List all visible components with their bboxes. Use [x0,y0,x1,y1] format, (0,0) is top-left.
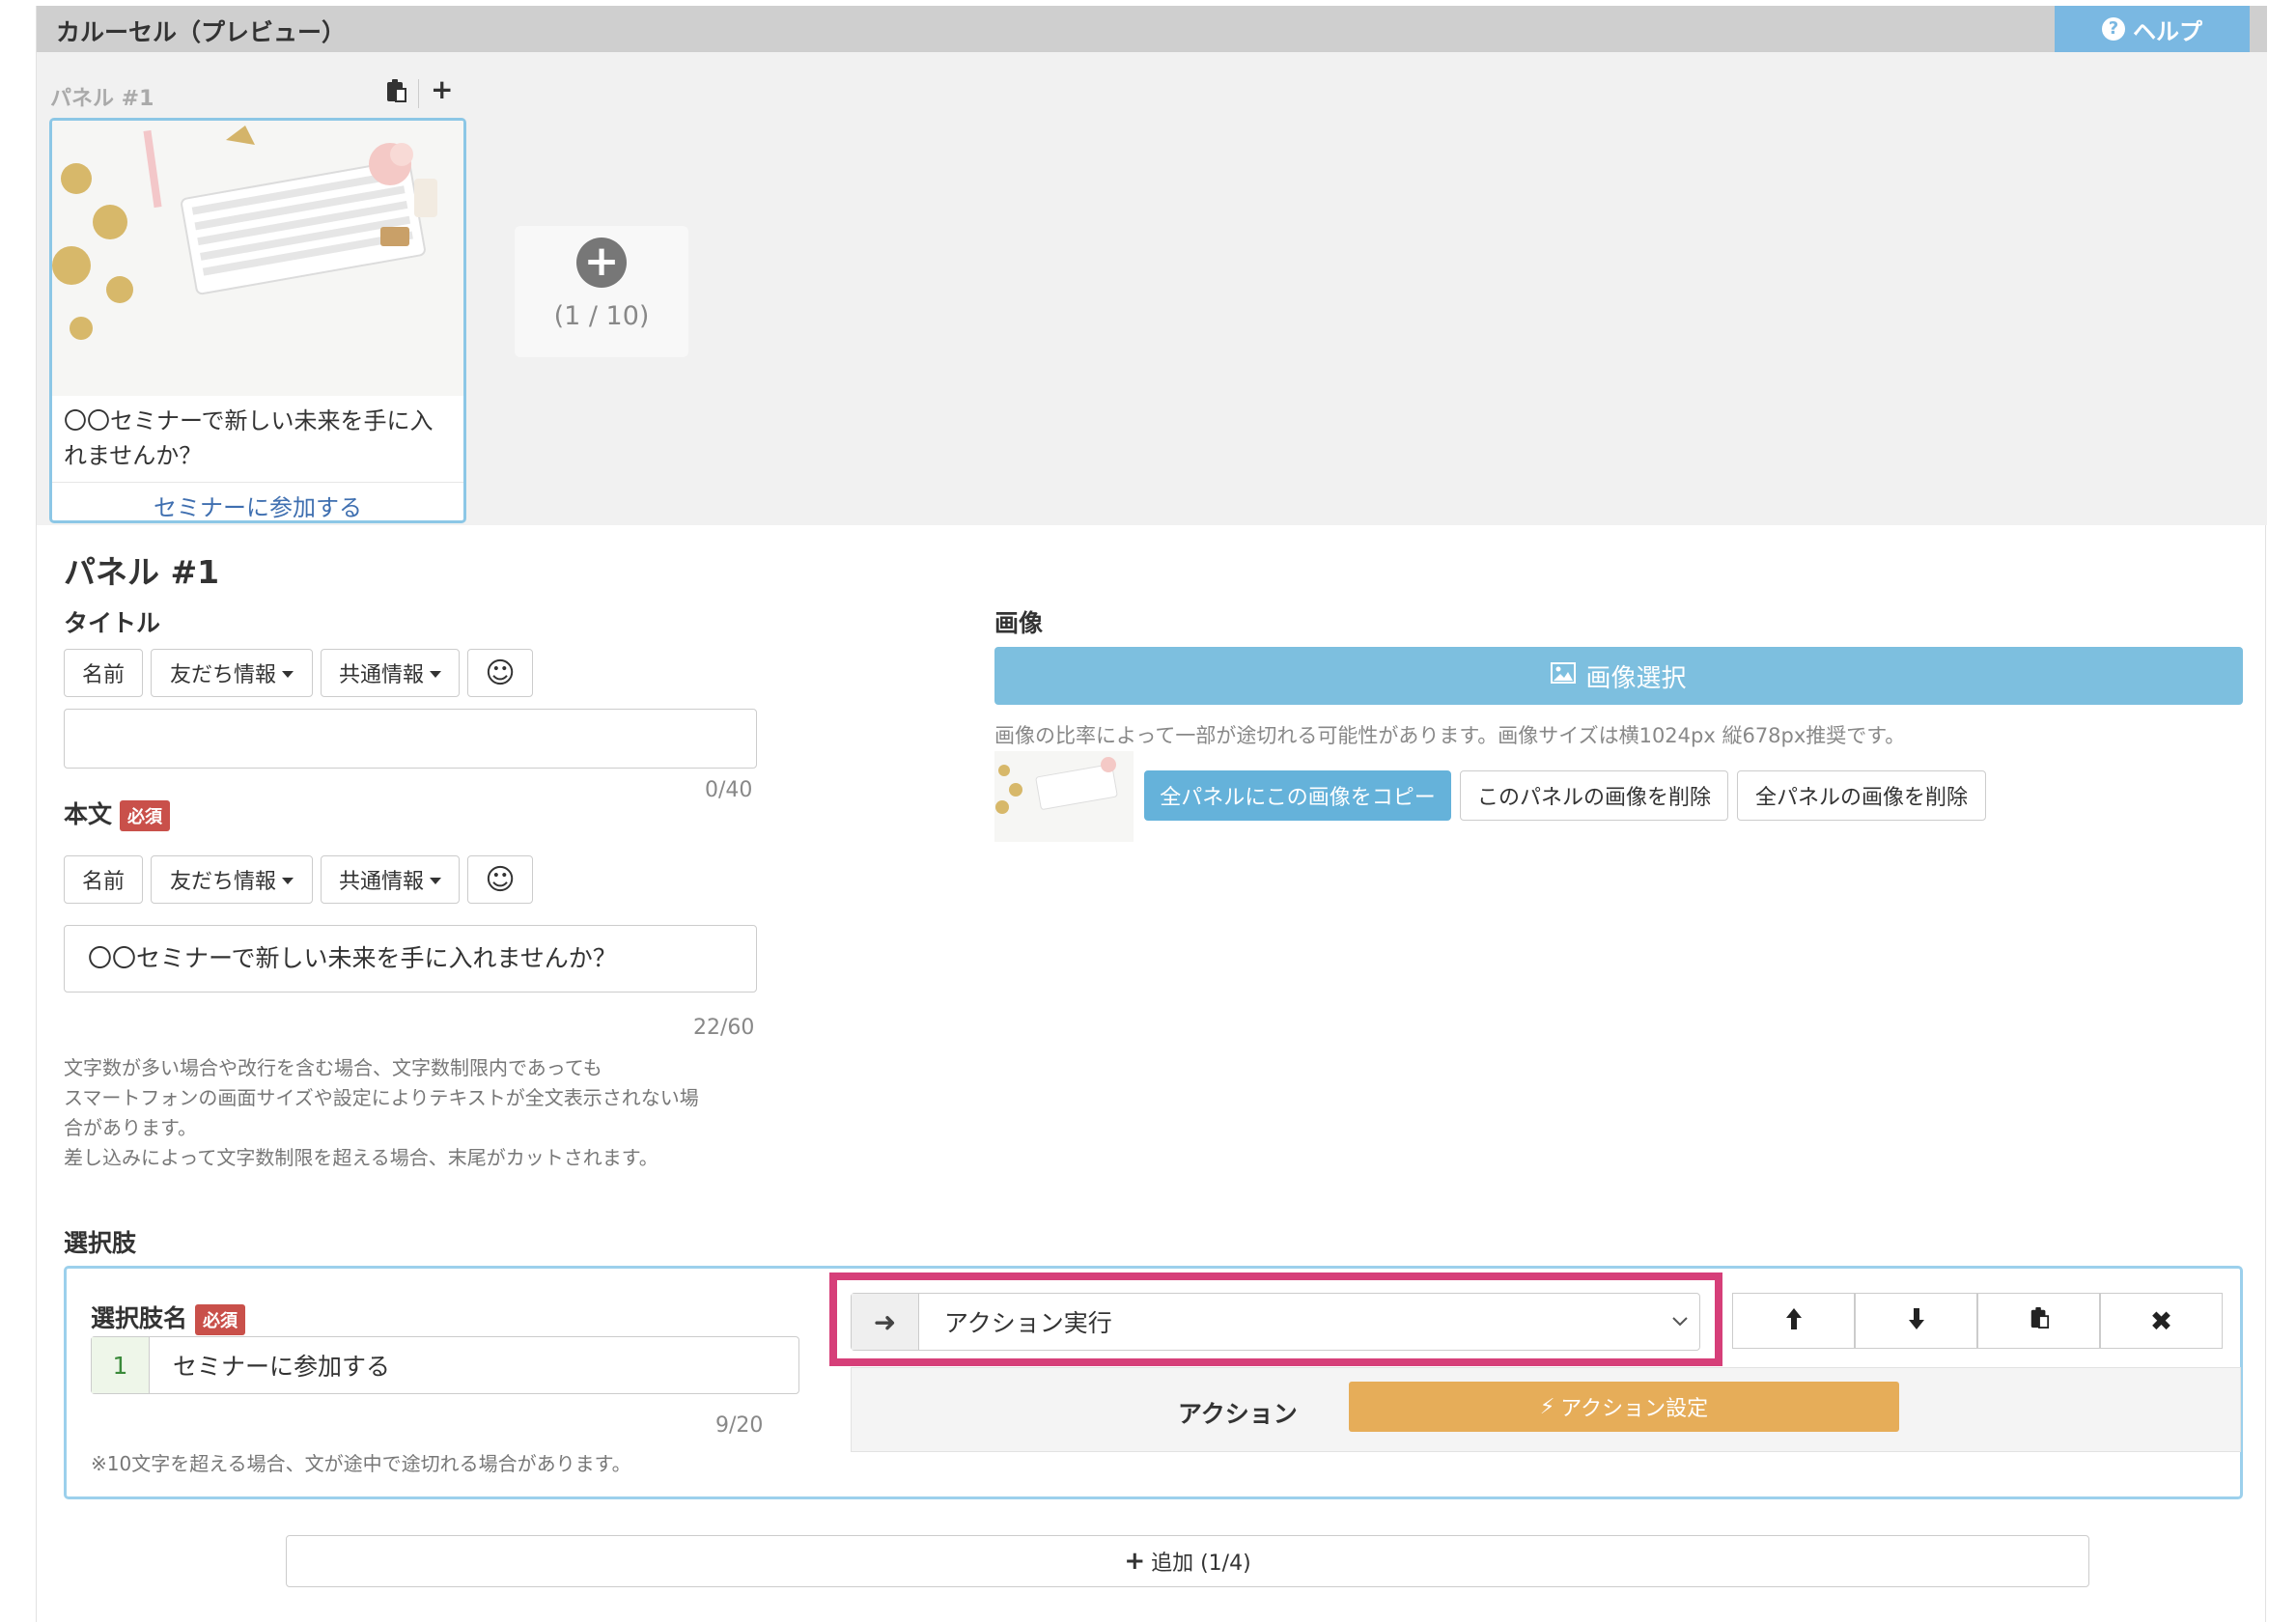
preview-card[interactable]: 〇〇セミナーで新しい未来を手に入れませんか？ セミナーに参加する [49,118,466,523]
insert-name-button[interactable]: 名前 [64,855,143,904]
add-choice-button[interactable]: + 追加 (1/4) [286,1535,2089,1587]
choice-name-label: 選択肢名 必須 [91,1300,246,1335]
add-choice-label: 追加 (1/4) [1151,1552,1251,1576]
help-label: ヘルプ [2133,17,2202,45]
note-line: スマートフォンの画面サイズや設定によりテキストが全文表示されない場 [64,1086,699,1109]
panel-heading: パネル #1 [64,553,220,591]
help-button[interactable]: ? ヘルプ [2055,6,2250,52]
action-type-select[interactable]: ➜ アクション実行 [851,1293,1700,1351]
choice-name-text: 選択肢名 [91,1304,188,1332]
panel-count: (1 / 10) [553,301,650,331]
carousel-preview: パネル #1 + 〇〇セミナーで新しい未来を手に入れませんか？ セミナーに参加す… [37,52,2267,525]
header-bar: カルーセル（プレビュー） ? ヘルプ [37,6,2267,52]
arrow-right-icon: ➜ [852,1294,919,1350]
duplicate-button[interactable] [1977,1293,2100,1349]
emoji-icon: ☺ [485,862,516,897]
required-badge: 必須 [120,800,171,831]
body-label: 本文 必須 [64,796,171,831]
bolt-icon: ⚡ [1539,1394,1555,1419]
common-info-dropdown[interactable]: 共通情報 [321,649,460,697]
emoji-button[interactable]: ☺ [467,649,533,697]
card-action-link[interactable]: セミナーに参加する [52,483,463,520]
friend-info-dropdown[interactable]: 友だち情報 [151,649,313,697]
note-line: 合があります。 [64,1116,197,1139]
arrow-down-icon [1908,1305,1925,1337]
action-label: アクション [1178,1400,1298,1428]
divider [418,79,419,108]
action-settings-label: アクション設定 [1560,1397,1709,1421]
emoji-button[interactable]: ☺ [467,855,533,904]
common-info-label: 共通情報 [338,663,424,687]
title-counter: 0/40 [705,778,753,802]
delete-panel-image-button[interactable]: このパネルの画像を削除 [1460,770,1728,821]
common-info-label: 共通情報 [338,870,424,894]
image-select-label: 画像選択 [1585,663,1687,693]
insert-name-label: 名前 [81,663,125,687]
arrow-up-icon [1785,1305,1803,1337]
choice-name-input[interactable]: セミナーに参加する [150,1337,390,1393]
body-counter: 22/60 [693,1016,755,1040]
card-image [52,121,463,396]
paste-icon [2029,1305,2050,1337]
title-label: タイトル [64,609,161,637]
image-label: 画像 [994,609,1044,637]
carousel-editor: カルーセル（プレビュー） ? ヘルプ パネル #1 + 〇〇セミナーで新しい未来… [36,6,2267,1622]
copy-to-all-panels-button[interactable]: 全パネルにこの画像をコピー [1144,770,1451,821]
preview-panel-label: パネル #1 [50,87,154,111]
common-info-dropdown[interactable]: 共通情報 [321,855,460,904]
note-line: 文字数が多い場合や改行を含む場合、文字数制限内であっても [64,1056,602,1079]
choice-counter: 9/20 [715,1413,764,1438]
choice-name-field[interactable]: 1 セミナーに参加する [91,1336,799,1394]
image-select-button[interactable]: 画像選択 [994,647,2243,705]
required-badge: 必須 [195,1304,246,1335]
choices-label: 選択肢 [64,1229,137,1257]
action-type-value: アクション実行 [944,1309,1112,1337]
choice-number: 1 [92,1337,150,1393]
insert-name-button[interactable]: 名前 [64,649,143,697]
remove-choice-button[interactable]: ✖ [2100,1293,2223,1349]
paste-icon[interactable] [384,77,407,111]
close-icon: ✖ [2149,1304,2173,1337]
caret-down-icon [430,878,441,884]
plus-circle-icon: + [576,238,627,288]
image-size-note: 画像の比率によって一部が途切れる可能性があります。画像サイズは横1024px 縦… [994,724,1906,747]
move-down-button[interactable] [1855,1293,1977,1349]
text-limit-note: 文字数が多い場合や改行を含む場合、文字数制限内であっても スマートフォンの画面サ… [64,1053,759,1173]
move-up-button[interactable] [1732,1293,1855,1349]
friend-info-label: 友だち情報 [169,663,276,687]
caret-down-icon [282,671,294,678]
chevron-down-icon [1661,1294,1699,1350]
body-label-text: 本文 [64,800,113,828]
insert-name-label: 名前 [81,870,125,894]
choice-note: ※10文字を超える場合、文が途中で途切れる場合があります。 [91,1452,631,1475]
plus-icon: + [1124,1547,1146,1576]
picture-icon [1551,661,1577,690]
body-textarea[interactable]: 〇〇セミナーで新しい未来を手に入れませんか？ [64,925,757,993]
caret-down-icon [430,671,441,678]
title-input[interactable] [64,709,757,769]
note-line: 差し込みによって文字数制限を超える場合、末尾がカットされます。 [64,1146,658,1169]
header-title: カルーセル（プレビュー） [56,18,347,46]
help-icon: ? [2102,17,2125,41]
emoji-icon: ☺ [485,656,516,690]
caret-down-icon [282,878,294,884]
delete-all-images-button[interactable]: 全パネルの画像を削除 [1737,770,1986,821]
image-thumbnail [994,751,1134,842]
action-settings-button[interactable]: ⚡ アクション設定 [1349,1382,1899,1432]
friend-info-label: 友だち情報 [169,870,276,894]
friend-info-dropdown[interactable]: 友だち情報 [151,855,313,904]
add-panel-icon[interactable]: + [431,73,453,105]
action-row: アクション ⚡ アクション設定 [851,1367,2241,1452]
card-title: 〇〇セミナーで新しい未来を手に入れませんか？ [52,396,463,483]
add-panel-card[interactable]: + (1 / 10) [515,226,688,357]
